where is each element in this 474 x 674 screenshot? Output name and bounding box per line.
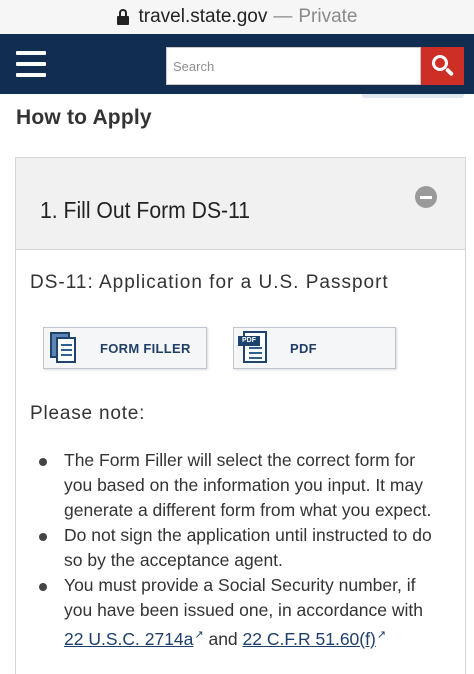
site-header [0,34,474,94]
url-domain: travel.state.gov [138,6,268,27]
collapse-minus-icon[interactable] [415,186,437,208]
note-heading: Please note: [30,403,146,424]
notes-list: The Form Filler will select the correct … [38,448,438,652]
search-button[interactable] [421,47,464,85]
lock-icon [116,9,129,25]
search-icon [431,55,454,77]
pdf-label: PDF [290,340,317,356]
list-item: You must provide a Social Security numbe… [38,573,438,652]
header-tab-edge [362,94,464,98]
cfr-link[interactable]: 22 C.F.R 51.60(f) [243,629,376,649]
form-filler-icon [50,332,78,364]
browser-url-bar[interactable]: travel.state.gov — Private [0,0,474,34]
hamburger-menu-icon[interactable] [16,51,46,77]
form-name: DS-11: Application for a U.S. Passport [30,272,389,293]
note-text: You must provide a Social Security numbe… [64,575,423,620]
usc-link[interactable]: 22 U.S.C. 2714a [64,629,193,649]
external-link-icon: ↗ [194,629,204,641]
step-title: 1. Fill Out Form DS-11 [40,197,251,223]
list-item: Do not sign the application until instru… [38,523,438,573]
list-item: The Form Filler will select the correct … [38,448,438,523]
pdf-button[interactable]: PDF PDF [233,327,396,369]
search-input[interactable] [166,47,421,85]
note-text-middle: and [203,628,243,649]
form-filler-label: FORM FILLER [100,340,191,356]
private-mode-label: Private [298,6,358,27]
accordion-header[interactable]: 1. Fill Out Form DS-11 [16,158,465,250]
form-filler-button[interactable]: FORM FILLER [43,327,207,369]
url-separator: — [273,6,293,27]
pdf-file-icon: PDF [238,331,272,365]
page-title: How to Apply [16,106,152,129]
external-link-icon: ↗ [376,629,387,641]
